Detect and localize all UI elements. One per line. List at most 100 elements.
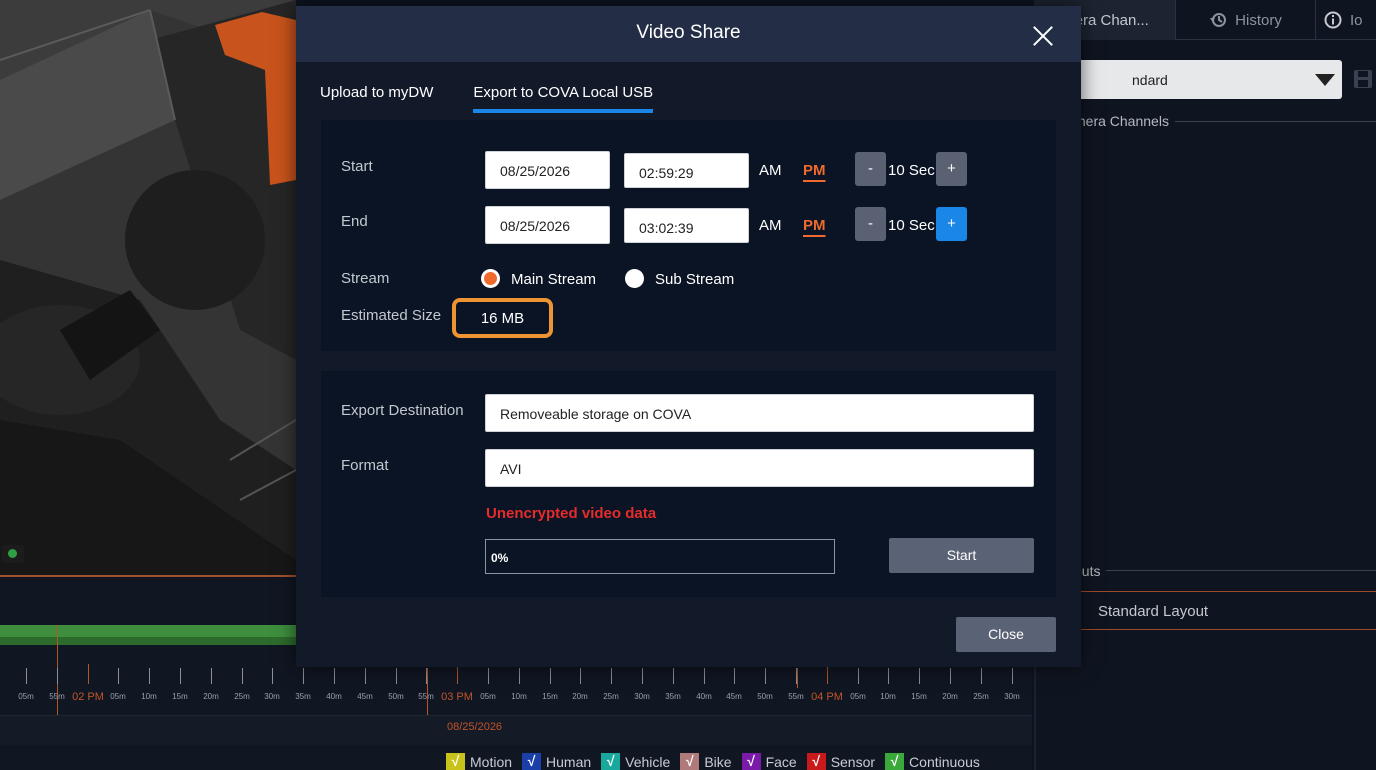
end-am-toggle[interactable]: AM [759,217,782,234]
checkbox-icon[interactable]: √ [522,753,542,770]
timeline-minute-label: 35m [665,692,681,701]
camera-view[interactable] [0,0,296,577]
camera-feed-image [0,0,296,575]
legend-label: Sensor [830,753,876,770]
timeline-minute-label: 30m [1004,692,1020,701]
timeline-tick [242,668,243,684]
tab-export-local-usb[interactable]: Export to COVA Local USB [473,84,654,113]
timeline-minute-label: 40m [696,692,712,701]
timeline-minute-label: 05m [110,692,126,701]
checkbox-icon[interactable]: √ [806,753,826,770]
timeline-hour-label: 04 PM [811,691,843,703]
export-destination-field[interactable]: Removeable storage on COVA [485,394,1034,432]
timeline-minute-label: 20m [572,692,588,701]
legend-item-face[interactable]: √ Face [741,753,797,770]
timeline-ticks [0,664,1032,688]
timeline-tick [1012,668,1013,684]
timeline-minute-label: 05m [480,692,496,701]
legend-item-motion[interactable]: √ Motion [446,753,512,770]
timeline-tick [734,668,735,684]
checkbox-icon[interactable]: √ [885,753,905,770]
event-legend: √ Motion √ Human √ Vehicle √ Bike √ Face √ Sensor √ C… [446,753,980,770]
end-label: End [341,213,368,230]
right-panel-tabs: mera Chan... History Io [1036,0,1376,40]
tab-history[interactable]: History [1176,0,1316,40]
unencrypted-warning: Unencrypted video data [486,505,657,522]
legend-label: Human [546,753,592,770]
timeline-minute-label: 25m [234,692,250,701]
close-icon[interactable] [1031,24,1055,48]
save-icon[interactable] [1353,68,1373,90]
timeline-tick [858,668,859,684]
main-stream-radio[interactable] [481,269,500,288]
close-button[interactable]: Close [956,617,1056,652]
timeline-minute-label: 05m [850,692,866,701]
info-icon [1324,11,1342,29]
legend-item-continuous[interactable]: √ Continuous [885,753,980,770]
checkbox-icon[interactable]: √ [601,753,621,770]
sub-stream-radio[interactable] [625,269,644,288]
end-pm-toggle[interactable]: PM [803,217,826,234]
timeline-minute-label: 10m [511,692,527,701]
start-increment-button[interactable]: + [936,152,967,186]
tab-history-label: History [1235,11,1282,29]
legend-item-vehicle[interactable]: √ Vehicle [601,753,670,770]
timeline-scrollbar[interactable] [0,715,1032,745]
start-decrement-button[interactable]: - [855,152,886,186]
timeline-tick [365,668,366,684]
tab-info-label: Io [1350,11,1363,29]
start-label: Start [341,158,373,175]
timeline-tick [611,668,612,684]
timeline-hour-label: 03 PM [441,691,473,703]
checkbox-icon[interactable]: √ [680,753,700,770]
dialog-header: Video Share [296,6,1081,62]
tab-info[interactable]: Io [1316,0,1376,40]
timeline-minute-label: 35m [295,692,311,701]
timeline-hour-label: 02 PM [72,691,104,703]
section-divider [1074,570,1376,571]
timeline-tick [211,668,212,684]
timeline-tick [118,668,119,684]
start-am-toggle[interactable]: AM [759,162,782,179]
legend-item-bike[interactable]: √ Bike [680,753,732,770]
start-pm-toggle[interactable]: PM [803,162,826,179]
format-field[interactable]: AVI [485,449,1034,487]
timeline-minute-label: 20m [942,692,958,701]
timeline-minute-label: 05m [18,692,34,701]
start-export-button[interactable]: Start [889,538,1034,573]
history-icon [1210,13,1227,27]
legend-item-human[interactable]: √ Human [522,753,591,770]
timeline-tick [919,668,920,684]
tab-upload-to-mydw[interactable]: Upload to myDW [320,84,433,113]
checkbox-icon[interactable]: √ [446,753,465,770]
timeline-tick [180,668,181,684]
timeline-minute-label: 20m [203,692,219,701]
end-increment-button[interactable]: + [936,207,967,241]
timeline-tick [550,668,551,684]
timeline-date: 08/25/2026 [447,721,503,733]
export-destination-label: Export Destination [341,402,464,419]
export-progress-bar: 0% [485,539,835,574]
start-date-field[interactable]: 08/25/2026 [485,151,610,189]
sub-stream-label[interactable]: Sub Stream [655,271,734,288]
recording-indicator [2,545,24,563]
timeline-minute-label: 40m [326,692,342,701]
checkbox-icon[interactable]: √ [741,753,761,770]
dialog-tabs: Upload to myDW Export to COVA Local USB [320,84,654,113]
format-label: Format [341,457,389,474]
end-date-field[interactable]: 08/25/2026 [485,206,610,244]
start-time-field[interactable]: 02:59:29 [624,153,749,188]
timeline-tick [88,664,89,684]
layout-select[interactable]: ndard [1076,60,1342,99]
end-decrement-button[interactable]: - [855,207,886,241]
dialog-title: Video Share [636,22,741,43]
timeline-minute-label: 10m [141,692,157,701]
legend-label: Face [765,753,797,770]
timeline-recording-bar[interactable] [0,625,296,637]
end-time-field[interactable]: 03:02:39 [624,208,749,243]
timeline-minute-label: 10m [880,692,896,701]
layout-item-standard[interactable]: Standard Layout [1074,591,1376,630]
timeline-minute-label: 55m [49,692,65,701]
legend-item-sensor[interactable]: √ Sensor [806,753,876,770]
main-stream-label[interactable]: Main Stream [511,271,596,288]
